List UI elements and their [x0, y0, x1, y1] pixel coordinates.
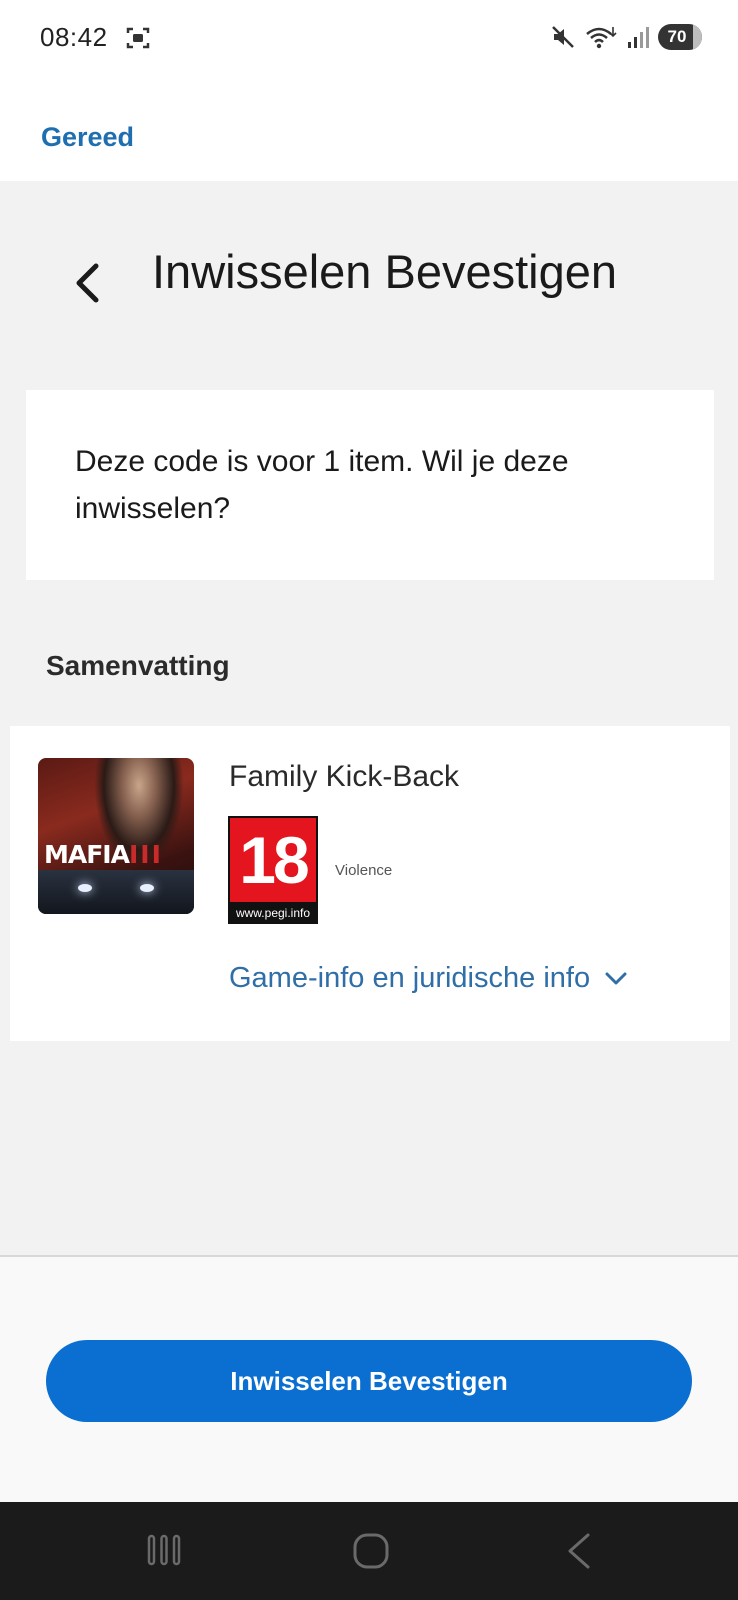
product-card: MAFIAIII Family Kick-Back 18 www.pegi.in…	[10, 726, 730, 1041]
message-card: Deze code is voor 1 item. Wil je deze in…	[26, 390, 714, 580]
done-button[interactable]: Gereed	[41, 122, 134, 153]
pegi-url: www.pegi.info	[235, 906, 311, 920]
product-title: Family Kick-Back	[229, 760, 460, 793]
signal-icon	[628, 27, 649, 48]
pegi-rating-badge: 18 www.pegi.info	[228, 816, 318, 924]
status-bar: 08:42 70	[0, 0, 738, 78]
screenshot-icon	[126, 27, 150, 49]
cover-title-text: MAFIA	[44, 840, 130, 869]
content-descriptor: Violence	[335, 862, 393, 879]
system-nav-bar	[0, 1502, 738, 1600]
recents-icon[interactable]	[146, 1532, 182, 1568]
chevron-down-icon	[605, 972, 627, 984]
pegi-rating: 18	[230, 818, 316, 902]
cover-car	[38, 870, 194, 914]
confirm-redeem-button[interactable]: Inwisselen Bevestigen	[46, 1340, 692, 1422]
battery-level: 70	[667, 27, 687, 46]
battery-icon: 70	[658, 24, 702, 50]
mute-icon	[552, 26, 574, 48]
message-text: Deze code is voor 1 item. Wil je deze in…	[75, 445, 569, 525]
cover-title: MAFIAIII	[44, 840, 163, 869]
wifi-icon	[586, 27, 617, 49]
back-icon[interactable]	[564, 1532, 594, 1570]
status-icons: 70	[550, 22, 702, 52]
game-info-link[interactable]: Game-info en juridische info	[229, 962, 628, 995]
chevron-left-icon[interactable]	[72, 262, 102, 304]
page-title: Inwisselen Bevestigen	[152, 245, 618, 298]
action-area: Inwisselen Bevestigen	[0, 1255, 738, 1502]
summary-heading: Samenvatting	[46, 650, 230, 681]
game-cover-image: MAFIAIII	[38, 758, 194, 914]
game-info-link-label: Game-info en juridische info	[229, 962, 591, 994]
home-icon[interactable]	[352, 1532, 390, 1570]
screen: 08:42 70 Gereed Inwisselen Bevestigen De…	[0, 0, 738, 1600]
top-nav: Gereed	[0, 78, 738, 181]
status-time: 08:42	[40, 22, 108, 52]
cover-numeral: III	[128, 840, 163, 869]
